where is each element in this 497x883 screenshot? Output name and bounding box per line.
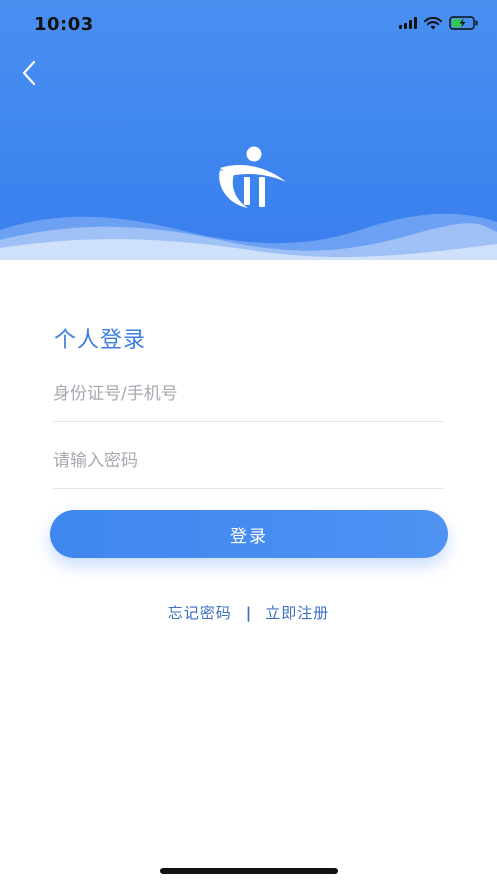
back-button[interactable] [14,58,44,88]
status-bar: 10:03 [0,0,497,48]
account-field [53,372,444,422]
password-input[interactable] [53,446,444,476]
status-time: 10:03 [34,14,94,35]
forgot-password-link[interactable]: 忘记密码 [168,602,232,623]
app-logo-icon [219,146,286,208]
cellular-signal-icon [399,17,417,29]
login-screen: 10:03 个人登录 身份证号/手机号 登录 忘记密码 | 立即注册 [0,0,497,883]
login-title: 个人登录 [54,328,147,353]
battery-charging-icon [449,16,478,30]
register-link[interactable]: 立即注册 [265,602,329,623]
chevron-left-icon [22,60,36,86]
password-field [53,439,444,489]
auth-links: 忘记密码 | 立即注册 [0,602,497,623]
login-button[interactable]: 登录 [50,510,448,558]
account-input[interactable] [53,379,444,409]
wifi-icon [424,16,442,29]
header-banner: 10:03 [0,0,497,260]
status-icons [399,16,479,30]
home-indicator [160,868,338,874]
link-separator: | [245,603,252,622]
